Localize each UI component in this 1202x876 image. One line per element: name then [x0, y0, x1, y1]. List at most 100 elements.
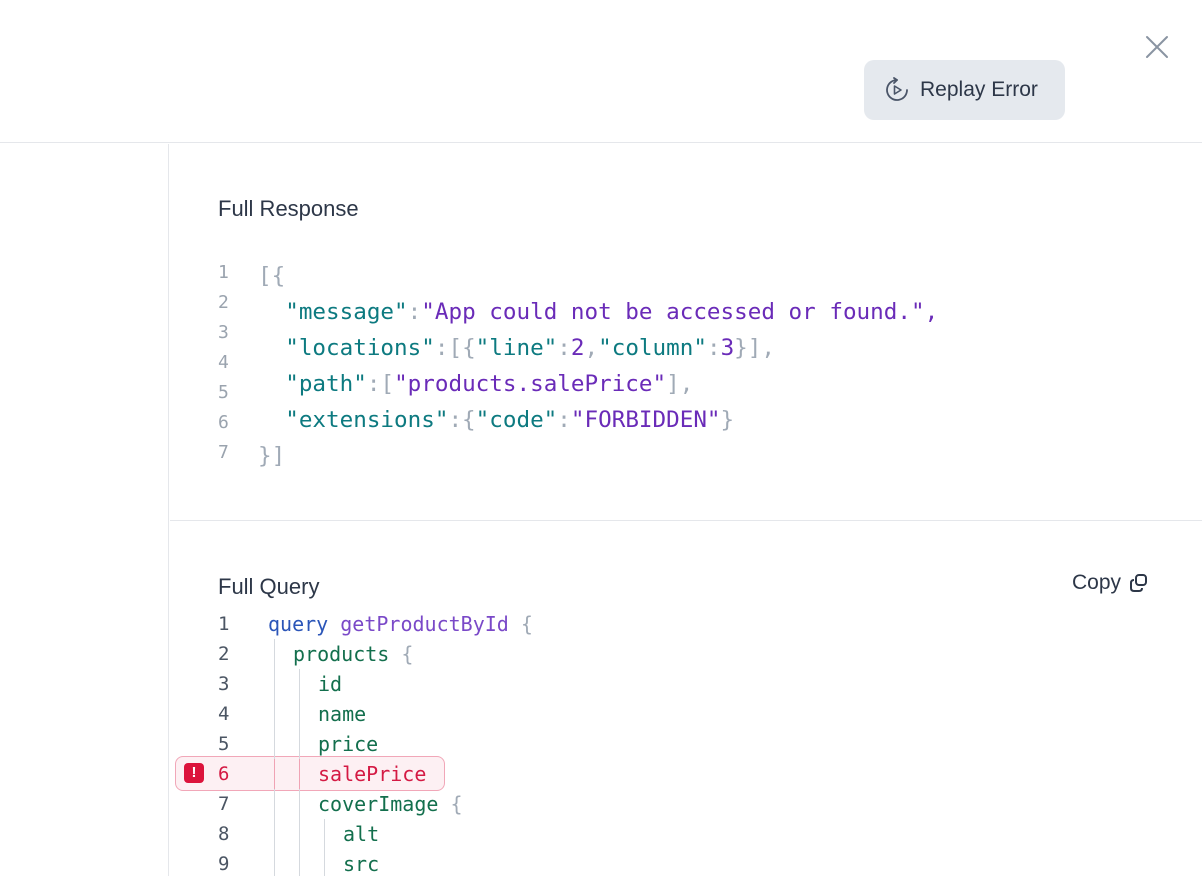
response-code-line: [{ — [258, 258, 938, 294]
indent-guide — [274, 669, 275, 699]
copy-icon — [1129, 573, 1149, 593]
indent-guide — [299, 729, 300, 759]
code-token: : — [557, 335, 571, 361]
code-token: "path" — [285, 371, 367, 397]
replay-error-button[interactable]: Replay Error — [864, 60, 1065, 120]
response-line-numbers: 1 2 3 4 5 6 7 — [218, 262, 238, 472]
code-token: }], — [734, 335, 775, 361]
query-code-text: src — [343, 852, 379, 876]
response-code-line: "path":["products.salePrice"], — [258, 366, 938, 402]
code-token: 3 — [720, 335, 735, 361]
query-line-number: 7 — [218, 793, 230, 815]
error-icon: ! — [184, 763, 204, 783]
code-token: "line" — [475, 335, 558, 361]
query-line: 9 src — [218, 849, 1178, 876]
code-token: "message" — [285, 299, 408, 325]
code-token: { — [438, 792, 463, 816]
query-line: 5 price — [218, 729, 1178, 759]
code-token: "extensions" — [285, 407, 449, 433]
code-token: query — [268, 612, 329, 636]
code-token: : — [407, 299, 422, 325]
indent-guide — [274, 759, 275, 789]
response-line-number: 6 — [218, 412, 229, 433]
code-token: id — [318, 672, 343, 696]
code-token: :[ — [366, 371, 395, 397]
query-line-number: 2 — [218, 643, 230, 665]
query-line: 7 coverImage { — [218, 789, 1178, 819]
query-code-text: query getProductById { — [268, 612, 533, 636]
indent-guide — [299, 789, 300, 819]
code-token: 2 — [570, 335, 585, 361]
query-line: 8 alt — [218, 819, 1178, 849]
indent-guide — [274, 729, 275, 759]
code-token: src — [343, 852, 380, 876]
response-code-line: }] — [258, 438, 938, 474]
indent-guide — [324, 819, 325, 849]
code-token: { — [389, 642, 414, 666]
code-token: "column" — [598, 335, 707, 361]
response-code: [{ "message":"App could not be accessed … — [258, 258, 938, 474]
code-token: : — [557, 407, 571, 433]
code-token: products — [293, 642, 390, 666]
indent-guide — [324, 849, 325, 876]
query-line: 4 name — [218, 699, 1178, 729]
indent-guide — [299, 699, 300, 729]
replay-error-label: Replay Error — [920, 78, 1038, 101]
code-token: salePrice — [318, 762, 427, 786]
code-token: :[{ — [434, 335, 476, 361]
replay-icon — [884, 77, 910, 103]
code-token: getProductById — [328, 612, 509, 636]
query-line-number: 8 — [218, 823, 230, 845]
code-token: { — [508, 612, 533, 636]
indent-guide — [274, 789, 275, 819]
indent-guide — [299, 819, 300, 849]
code-token: }] — [258, 443, 286, 469]
query-line-number: 4 — [218, 703, 230, 725]
response-line-number: 7 — [218, 442, 229, 463]
response-line-number: 5 — [218, 382, 229, 403]
dialog-header: Replay Error — [0, 0, 1202, 143]
query-code-text: products { — [293, 642, 413, 666]
code-token: ], — [666, 371, 694, 397]
copy-label: Copy — [1072, 571, 1122, 594]
left-column — [0, 144, 169, 876]
response-code-line: "extensions":{"code":"FORBIDDEN"} — [258, 402, 938, 438]
response-line-number: 1 — [218, 262, 229, 283]
query-line: 1 query getProductById { — [218, 609, 1178, 639]
indent-guide — [299, 849, 300, 876]
query-line: 3 id — [218, 669, 1178, 699]
indent-guide — [274, 639, 275, 669]
code-token: : — [706, 335, 721, 361]
query-code-text: coverImage { — [318, 792, 463, 816]
code-token: } — [720, 407, 735, 433]
indent-guide — [299, 669, 300, 699]
code-token: "locations" — [285, 335, 435, 361]
code-token: "FORBIDDEN" — [570, 407, 721, 433]
query-line-number: 1 — [218, 613, 230, 635]
response-code-line: "message":"App could not be accessed or … — [258, 294, 938, 330]
query-code-text: alt — [343, 822, 379, 846]
code-token: "App could not be accessed or found." — [421, 299, 925, 325]
error-field: salePrice — [318, 762, 426, 786]
query-line: 6 salePrice — [218, 759, 1178, 789]
query-line-number: 6 — [218, 763, 230, 785]
response-line-number: 3 — [218, 322, 229, 343]
code-token: "products.salePrice" — [394, 371, 667, 397]
query-line-number: 5 — [218, 733, 230, 755]
code-token: name — [318, 702, 367, 726]
close-icon — [1146, 36, 1168, 58]
copy-button[interactable]: Copy — [1072, 571, 1149, 595]
query-code-text: price — [318, 732, 378, 756]
indent-guide — [274, 819, 275, 849]
close-button[interactable] — [1141, 31, 1173, 63]
query-code-text: id — [318, 672, 342, 696]
code-token: , — [584, 335, 599, 361]
response-line-number: 4 — [218, 352, 229, 373]
query-line-number: 3 — [218, 673, 230, 695]
indent-guide — [299, 759, 300, 789]
code-token: "code" — [475, 407, 558, 433]
code-token: alt — [343, 822, 380, 846]
